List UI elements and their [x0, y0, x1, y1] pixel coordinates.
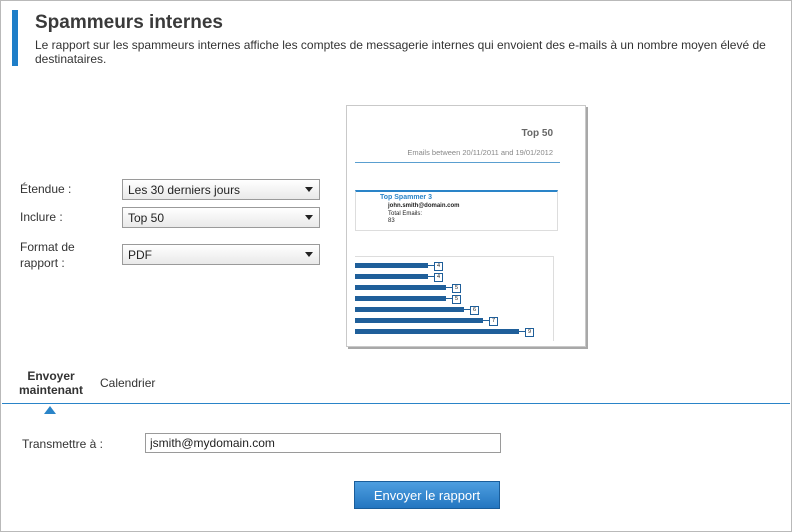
preview-bar-value: 4 [434, 273, 443, 282]
active-tab-pointer-icon [44, 406, 56, 414]
include-select[interactable]: Top 50 [122, 207, 320, 228]
preview-bar-value: 6 [470, 306, 479, 315]
preview-bar [355, 296, 446, 301]
preview-subtitle: Emails between 20/11/2011 and 19/01/2012 [407, 148, 553, 157]
format-select[interactable]: PDF [122, 244, 320, 265]
tab-calendar[interactable]: Calendrier [100, 376, 155, 390]
include-label: Inclure : [20, 210, 63, 224]
chevron-down-icon [305, 252, 313, 257]
top-spammer-email: john.smith@domain.com [388, 203, 460, 209]
title-accent-bar [12, 10, 18, 66]
total-emails-value: 83 [388, 218, 395, 224]
send-report-button[interactable]: Envoyer le rapport [354, 481, 500, 509]
preview-title: Top 50 [521, 128, 553, 139]
report-preview: Top 50 Emails between 20/11/2011 and 19/… [346, 105, 586, 347]
scope-label: Étendue : [20, 182, 72, 196]
forward-to-input[interactable] [145, 433, 501, 453]
page-title: Spammeurs internes [35, 12, 223, 33]
total-emails-label: Total Emails: [388, 211, 423, 217]
scope-select[interactable]: Les 30 derniers jours [122, 179, 320, 200]
preview-bar-value: 5 [452, 295, 461, 304]
preview-bar-value: 7 [489, 317, 498, 326]
chevron-down-icon [305, 187, 313, 192]
preview-bar [355, 318, 483, 323]
preview-bar [355, 307, 464, 312]
tab-divider [2, 403, 790, 404]
preview-divider [355, 162, 560, 163]
chevron-down-icon [305, 215, 313, 220]
format-select-value: PDF [128, 248, 152, 262]
preview-bar-chart: 4455679 [355, 256, 554, 341]
forward-to-label: Transmettre à : [22, 437, 103, 451]
scope-select-value: Les 30 derniers jours [128, 183, 241, 197]
preview-bar-value: 9 [525, 328, 534, 337]
preview-bar [355, 329, 519, 334]
preview-bar [355, 285, 446, 290]
top-spammer-title: Top Spammer 3 [380, 194, 432, 201]
preview-bar [355, 274, 428, 279]
preview-bar [355, 263, 428, 268]
format-label-line2: rapport : [20, 256, 65, 270]
tab-send-now-line2: maintenant [18, 383, 83, 397]
preview-bar-value: 5 [452, 284, 461, 293]
format-label-line1: Format de [20, 240, 75, 254]
tab-send-now-line1: Envoyer [27, 369, 75, 383]
preview-bar-value: 4 [434, 262, 443, 271]
tab-send-now[interactable]: Envoyer maintenant [18, 369, 84, 397]
page-description: Le rapport sur les spammeurs internes af… [35, 38, 766, 66]
include-select-value: Top 50 [128, 211, 165, 225]
